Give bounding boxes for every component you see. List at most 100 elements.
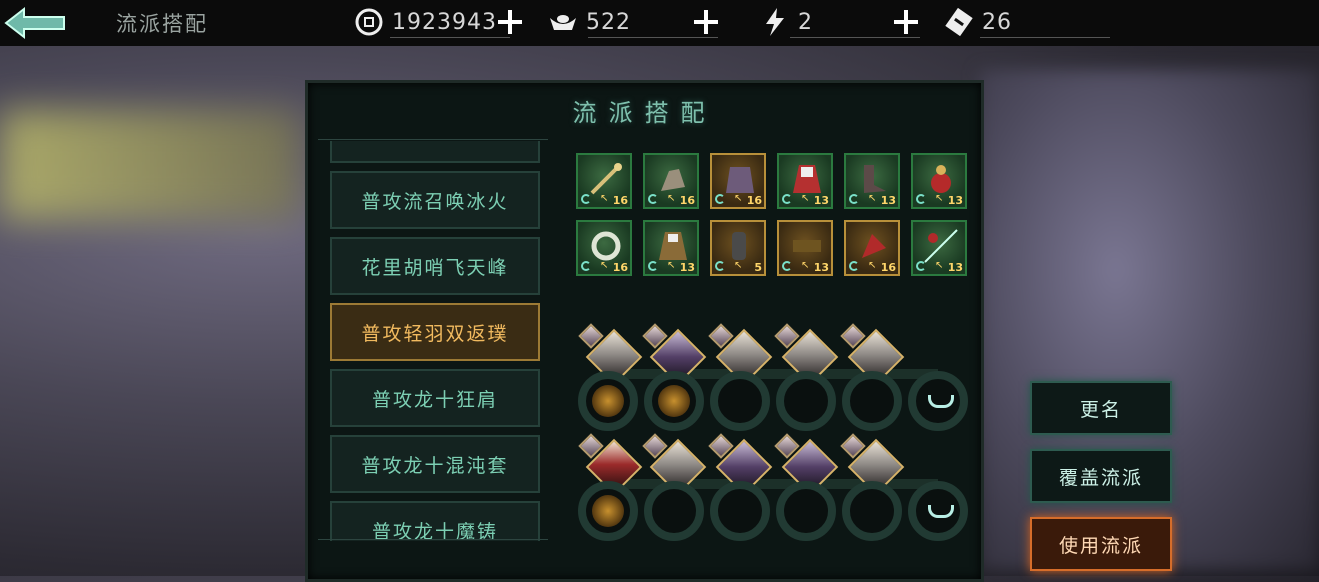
upgrade-arrow-icon: ↖ [935, 260, 944, 271]
plus-icon [498, 10, 522, 34]
belt-icon [793, 240, 821, 252]
pet-slot[interactable] [908, 481, 968, 541]
equipment-level: 13 [813, 261, 829, 274]
refine-icon [581, 194, 591, 204]
skill-slot[interactable] [842, 371, 902, 431]
gourd-icon [931, 165, 951, 193]
energy-value: 2 [798, 9, 813, 35]
equipment-level: 16 [612, 261, 628, 274]
skill-icon [592, 495, 624, 527]
pet-slot[interactable] [908, 371, 968, 431]
list-item-label: 普攻轻羽双返璞 [361, 322, 509, 345]
page-title: 流派搭配 [116, 12, 208, 36]
equipment-slot-dual[interactable]: ↖ 13 [911, 220, 967, 276]
gloves-icon [661, 169, 685, 191]
upgrade-arrow-icon: ↖ [868, 260, 877, 271]
upgrade-arrow-icon: ↖ [868, 193, 877, 204]
equipment-level: 16 [880, 261, 896, 274]
beast-icon [862, 234, 886, 258]
coins-resource: 1923943 [354, 6, 497, 38]
equipment-level: 13 [880, 194, 896, 207]
list-item[interactable]: 普攻龙十魔铸 [330, 501, 540, 541]
refine-icon [648, 194, 658, 204]
equipment-slot-bracer[interactable]: ↖ 5 [710, 220, 766, 276]
skill-slot[interactable] [710, 481, 770, 541]
upgrade-arrow-icon: ↖ [801, 260, 810, 271]
equipment-slot-accessory[interactable]: ↖ 13 [911, 153, 967, 209]
robe-icon [659, 232, 687, 260]
equipment-level: 13 [679, 261, 695, 274]
back-button[interactable] [4, 6, 68, 40]
boots-icon [864, 165, 886, 193]
list-item[interactable]: 普攻龙十狂肩 [330, 369, 540, 427]
divider [790, 37, 920, 38]
upgrade-arrow-icon: ↖ [801, 193, 810, 204]
energy-resource: 2 [760, 6, 813, 38]
upgrade-arrow-icon: ↖ [600, 193, 609, 204]
divider [318, 539, 548, 540]
upgrade-arrow-icon: ↖ [667, 260, 676, 271]
skill-slot[interactable] [776, 481, 836, 541]
equipment-slot-gloves[interactable]: ↖ 16 [643, 153, 699, 209]
upgrade-arrow-icon: ↖ [734, 193, 743, 204]
refine-icon [849, 261, 859, 271]
list-item-active[interactable]: 普攻轻羽双返璞 [330, 303, 540, 361]
skill-icon [658, 385, 690, 417]
plus-icon [694, 10, 718, 34]
use-build-button[interactable]: 使用流派 [1030, 517, 1172, 571]
list-item[interactable]: 普攻龙十混沌套 [330, 435, 540, 493]
coin-icon [354, 7, 384, 37]
lightning-icon [760, 7, 790, 37]
refine-icon [648, 261, 658, 271]
rename-button[interactable]: 更名 [1030, 381, 1172, 435]
skill-slot[interactable] [776, 371, 836, 431]
divider [980, 37, 1110, 38]
cape-icon [793, 165, 821, 193]
skill-slot[interactable] [578, 481, 638, 541]
skill-slot[interactable] [644, 481, 704, 541]
mask-icon [922, 385, 954, 417]
upgrade-arrow-icon: ↖ [667, 193, 676, 204]
skill-slot[interactable] [644, 371, 704, 431]
skill-icon [592, 385, 624, 417]
divider [588, 37, 718, 38]
build-panel: 流派搭配 普攻流召唤冰火 花里胡哨飞天峰 普攻轻羽双返璞 普攻龙十狂肩 普攻龙十… [305, 80, 984, 582]
refine-icon [581, 261, 591, 271]
list-item[interactable]: 花里胡哨飞天峰 [330, 237, 540, 295]
equipment-slot-boots[interactable]: ↖ 13 [844, 153, 900, 209]
tickets-resource: 26 [944, 6, 1012, 38]
equipment-slot-mount[interactable]: ↖ 16 [844, 220, 900, 276]
equipment-level: 13 [947, 194, 963, 207]
staff-icon [590, 163, 622, 195]
list-item[interactable] [330, 141, 540, 163]
jade-icon [591, 231, 621, 261]
coins-value: 1923943 [392, 9, 497, 35]
list-item-label: 花里胡哨飞天峰 [361, 256, 509, 279]
ingots-resource: 522 [548, 6, 631, 38]
background-glow [0, 110, 300, 220]
panel-title: 流派搭配 [572, 99, 717, 127]
equipment-slot-robe[interactable]: ↖ 13 [643, 220, 699, 276]
ticket-icon [944, 7, 974, 37]
refine-icon [782, 261, 792, 271]
refine-icon [916, 261, 926, 271]
refine-icon [715, 194, 725, 204]
armor-icon [726, 167, 754, 193]
equipment-slot-armor[interactable]: ↖ 16 [710, 153, 766, 209]
skill-slot[interactable] [710, 371, 770, 431]
skill-slot[interactable] [842, 481, 902, 541]
equipment-slot-belt[interactable]: ↖ 13 [777, 220, 833, 276]
equipment-slot-weapon[interactable]: ↖ 16 [576, 153, 632, 209]
skill-slot[interactable] [578, 371, 638, 431]
upgrade-arrow-icon: ↖ [734, 260, 743, 271]
equipment-level: 16 [746, 194, 762, 207]
list-item[interactable]: 普攻流召唤冰火 [330, 171, 540, 229]
overwrite-build-button[interactable]: 覆盖流派 [1030, 449, 1172, 503]
tickets-value: 26 [982, 9, 1012, 35]
equipment-slot-ring[interactable]: ↖ 16 [576, 220, 632, 276]
top-bar: 流派搭配 1923943 522 2 26 [0, 0, 1319, 46]
list-item-label: 普攻龙十魔铸 [371, 520, 498, 542]
build-list[interactable]: 普攻流召唤冰火 花里胡哨飞天峰 普攻轻羽双返璞 普攻龙十狂肩 普攻龙十混沌套 普… [326, 141, 556, 541]
equipment-slot-cape[interactable]: ↖ 13 [777, 153, 833, 209]
ingots-value: 522 [586, 9, 631, 35]
